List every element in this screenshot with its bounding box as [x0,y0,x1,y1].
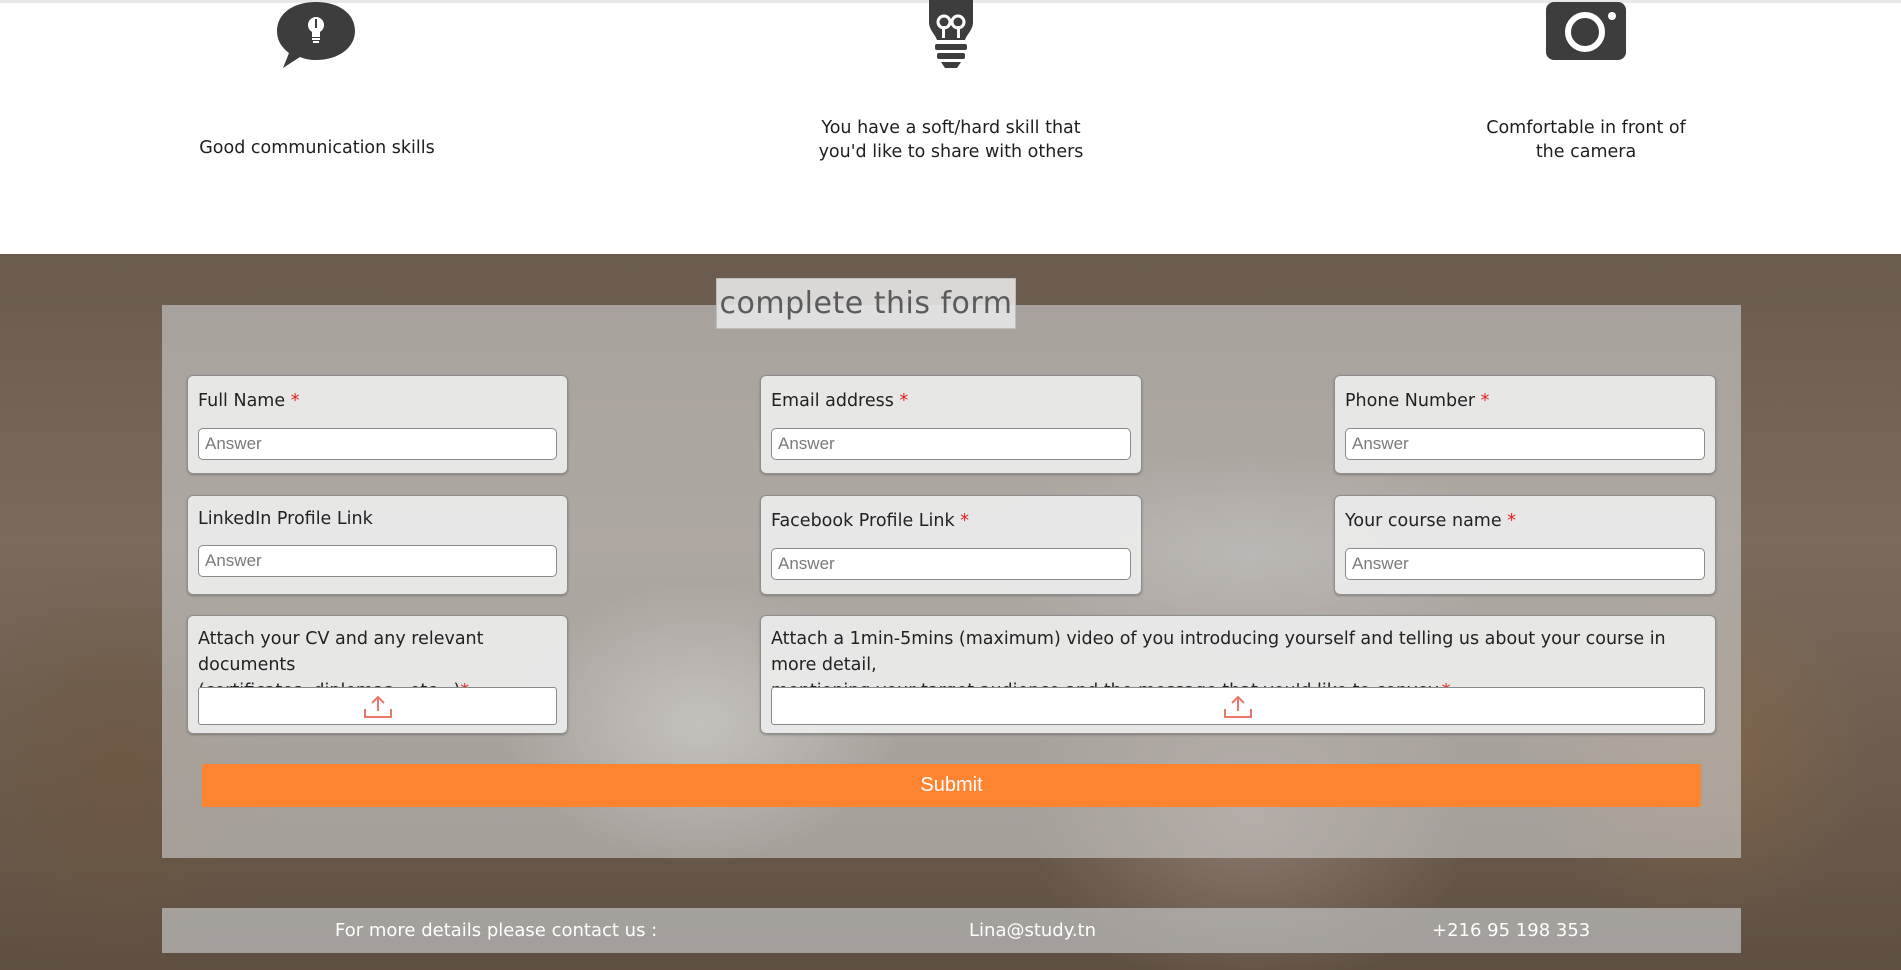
contact-email[interactable]: Lina@study.tn [969,908,1096,953]
required-mark: * [1507,511,1516,531]
facebook-card: Facebook Profile Link * [760,495,1142,595]
video-upload-card: Attach a 1min-5mins (maximum) video of y… [760,615,1716,734]
course-input[interactable] [1345,548,1705,580]
feature-camera-text-line2: the camera [1535,142,1637,162]
feature-communication: Good communication skills [187,0,447,170]
feature-communication-text: Good communication skills [199,138,435,158]
camera-icon [1545,2,1627,69]
upload-icon [1224,695,1252,718]
feature-skill: You have a soft/hard skill that you'd li… [811,0,1091,170]
contact-bar: For more details please contact us : Lin… [162,908,1741,953]
feature-camera-text-line1: Comfortable in front of [1486,118,1686,138]
email-card: Email address * [760,375,1142,474]
full-name-label: Full Name * [198,391,300,411]
linkedin-label: LinkedIn Profile Link [198,509,373,529]
linkedin-input[interactable] [198,545,557,577]
phone-input[interactable] [1345,428,1705,460]
required-mark: * [1480,391,1490,411]
feature-skill-text-line1: You have a soft/hard skill that [821,118,1081,138]
linkedin-card: LinkedIn Profile Link [187,495,568,595]
email-label: Email address * [771,391,909,411]
course-label: Your course name * [1345,511,1516,531]
full-name-card: Full Name * [187,375,568,474]
course-card: Your course name * [1334,495,1716,595]
submit-button[interactable]: Submit [202,764,1701,807]
cv-upload-button[interactable] [198,687,557,725]
facebook-input[interactable] [771,548,1131,580]
required-mark: * [960,511,969,531]
upload-icon [363,695,392,718]
feature-skill-text-line2: you'd like to share with others [818,142,1084,162]
speech-bubble-lightbulb-icon [275,0,357,79]
full-name-input[interactable] [198,428,557,460]
facebook-label: Facebook Profile Link * [771,511,969,531]
feature-camera: Comfortable in front of the camera [1466,0,1706,170]
cv-upload-card: Attach your CV and any relevant document… [187,615,568,734]
video-upload-button[interactable] [771,687,1705,725]
lightbulb-icon [921,0,981,77]
phone-card: Phone Number * [1334,375,1716,474]
email-input[interactable] [771,428,1131,460]
contact-phone[interactable]: +216 95 198 353 [1432,908,1590,953]
required-mark: * [899,391,909,411]
required-mark: * [290,391,300,411]
phone-label: Phone Number * [1345,391,1490,411]
form-title: complete this form [716,278,1016,329]
contact-prompt: For more details please contact us : [335,920,658,941]
